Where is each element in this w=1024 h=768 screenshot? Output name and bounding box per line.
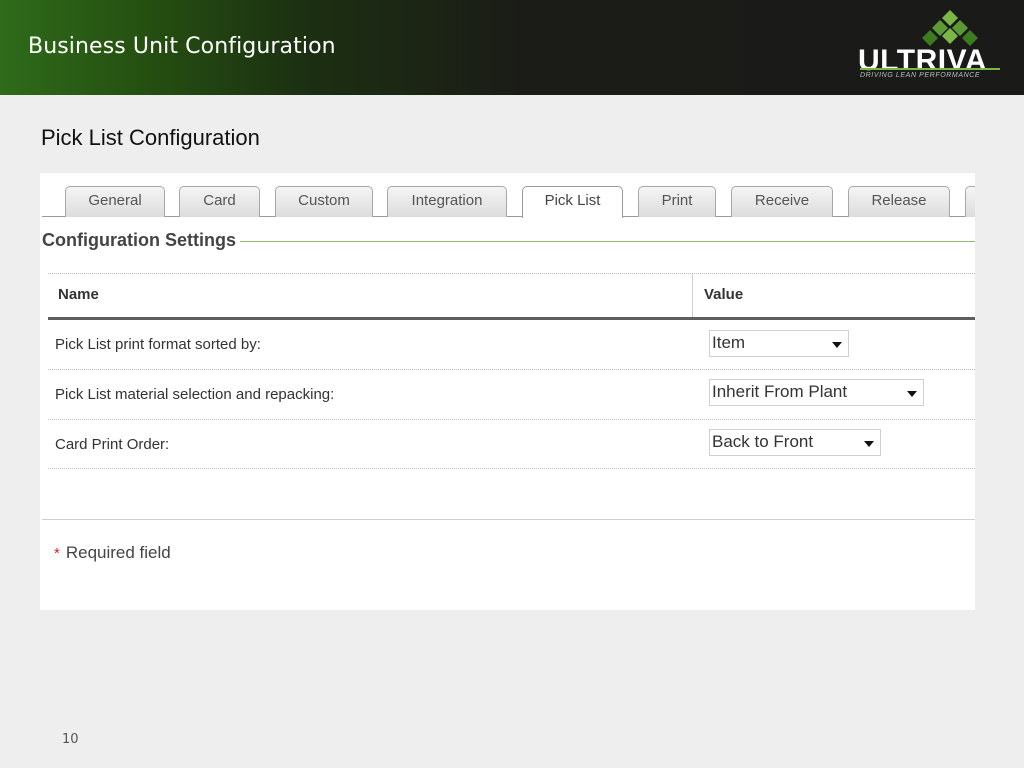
tab-custom[interactable]: Custom: [275, 186, 373, 217]
chevron-down-icon: [832, 342, 842, 348]
tab-receive[interactable]: Receive: [731, 186, 833, 217]
row-label-material-selection: Pick List material selection and repacki…: [55, 386, 335, 403]
column-header-value: Value: [704, 286, 744, 303]
print-format-select-value: Item: [712, 333, 746, 352]
row-label-print-format: Pick List print format sorted by:: [55, 336, 261, 353]
row-separator: [48, 468, 975, 469]
tab-integration[interactable]: Integration: [387, 186, 507, 217]
column-divider: [692, 274, 693, 317]
row-separator: [48, 419, 975, 420]
row-label-card-print-order: Card Print Order:: [55, 436, 170, 453]
table-bottom-border: [42, 519, 975, 520]
material-selection-select[interactable]: Inherit From Plant: [709, 379, 924, 406]
slide-title: Business Unit Configuration: [28, 34, 336, 59]
configuration-panel: General Card Custom Integration Pick Lis…: [40, 173, 975, 610]
card-print-order-select[interactable]: Back to Front: [709, 429, 881, 456]
section-title: Configuration Settings: [42, 230, 240, 251]
required-star: *: [54, 545, 60, 562]
logo-tagline: DRIVING LEAN PERFORMANCE: [860, 72, 981, 79]
print-format-select[interactable]: Item: [709, 330, 849, 357]
slide-header: Business Unit Configuration ULTRIVA DRIV…: [0, 0, 1024, 95]
tab-print[interactable]: Print: [638, 186, 716, 217]
tab-pick-list[interactable]: Pick List: [522, 186, 623, 218]
slide-number: 10: [62, 732, 79, 747]
card-print-order-select-value: Back to Front: [712, 432, 814, 451]
chevron-down-icon: [864, 441, 874, 447]
tab-card[interactable]: Card: [179, 186, 260, 217]
required-field-note: * Required field: [54, 543, 171, 563]
logo-underline: [860, 68, 1000, 70]
column-header-name: Name: [58, 286, 99, 303]
tab-overflow[interactable]: [965, 186, 975, 217]
table-header-underline: [48, 317, 975, 320]
tab-general[interactable]: General: [65, 186, 165, 217]
material-selection-select-value: Inherit From Plant: [712, 382, 848, 401]
tab-release[interactable]: Release: [848, 186, 950, 217]
page-subtitle: Pick List Configuration: [41, 125, 260, 150]
required-field-text: Required field: [65, 543, 171, 562]
tab-bar: General Card Custom Integration Pick Lis…: [40, 173, 975, 218]
logo-mark-icon: [922, 10, 978, 46]
ultriva-logo: ULTRIVA DRIVING LEAN PERFORMANCE: [852, 8, 1008, 88]
row-separator: [48, 369, 975, 370]
chevron-down-icon: [907, 391, 917, 397]
table-top-border: [48, 273, 975, 274]
